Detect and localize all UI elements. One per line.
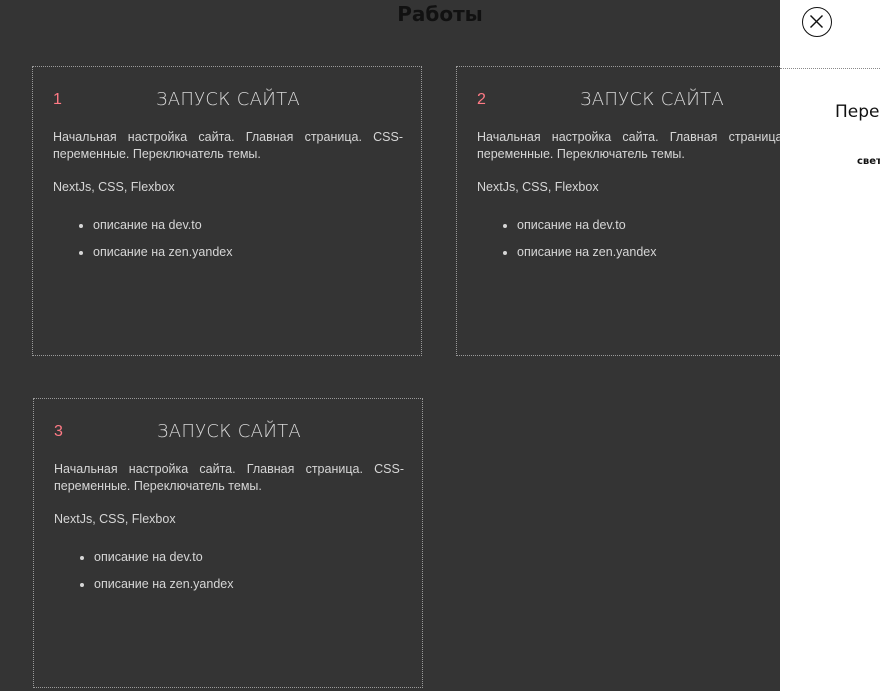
list-item: описание на dev.to: [94, 549, 233, 566]
list-item: описание на zen.yandex: [93, 244, 232, 261]
card-stack: NextJs, CSS, Flexbox: [54, 512, 176, 526]
card-stack: NextJs, CSS, Flexbox: [53, 180, 175, 194]
zen-yandex-link[interactable]: описание на zen.yandex: [94, 577, 233, 591]
card-description: Начальная настройка сайта. Главная стран…: [54, 462, 404, 493]
list-item: описание на zen.yandex: [94, 576, 233, 593]
card-stack: NextJs, CSS, Flexbox: [477, 180, 599, 194]
works-page: Работы 1 ЗАПУСК САЙТА Начальная настройк…: [0, 0, 880, 691]
panel-heading: Пере: [835, 102, 880, 122]
devto-link[interactable]: описание на dev.to: [517, 218, 626, 232]
card-title: ЗАПУСК САЙТА: [156, 421, 302, 442]
devto-link[interactable]: описание на dev.to: [94, 550, 203, 564]
close-button[interactable]: [802, 7, 832, 37]
theme-option[interactable]: свет: [857, 155, 880, 169]
card-title: ЗАПУСК САЙТА: [155, 89, 301, 110]
list-item: описание на dev.to: [517, 217, 656, 234]
work-card: 1 ЗАПУСК САЙТА Начальная настройка сайта…: [32, 66, 422, 356]
card-links: описание на dev.to описание на zen.yande…: [54, 549, 233, 603]
card-description: Начальная настройка сайта. Главная стран…: [477, 130, 827, 161]
card-links: описание на dev.to описание на zen.yande…: [53, 217, 232, 271]
card-description: Начальная настройка сайта. Главная стран…: [53, 130, 403, 161]
card-links: описание на dev.to описание на zen.yande…: [477, 217, 656, 271]
side-panel: Пере свет: [780, 0, 880, 691]
panel-divider: [780, 68, 880, 69]
devto-link[interactable]: описание на dev.to: [93, 218, 202, 232]
work-card: 3 ЗАПУСК САЙТА Начальная настройка сайта…: [33, 398, 423, 688]
list-item: описание на dev.to: [93, 217, 232, 234]
zen-yandex-link[interactable]: описание на zen.yandex: [517, 245, 656, 259]
zen-yandex-link[interactable]: описание на zen.yandex: [93, 245, 232, 259]
close-icon: [810, 15, 823, 28]
list-item: описание на zen.yandex: [517, 244, 656, 261]
page-title: Работы: [397, 2, 483, 26]
